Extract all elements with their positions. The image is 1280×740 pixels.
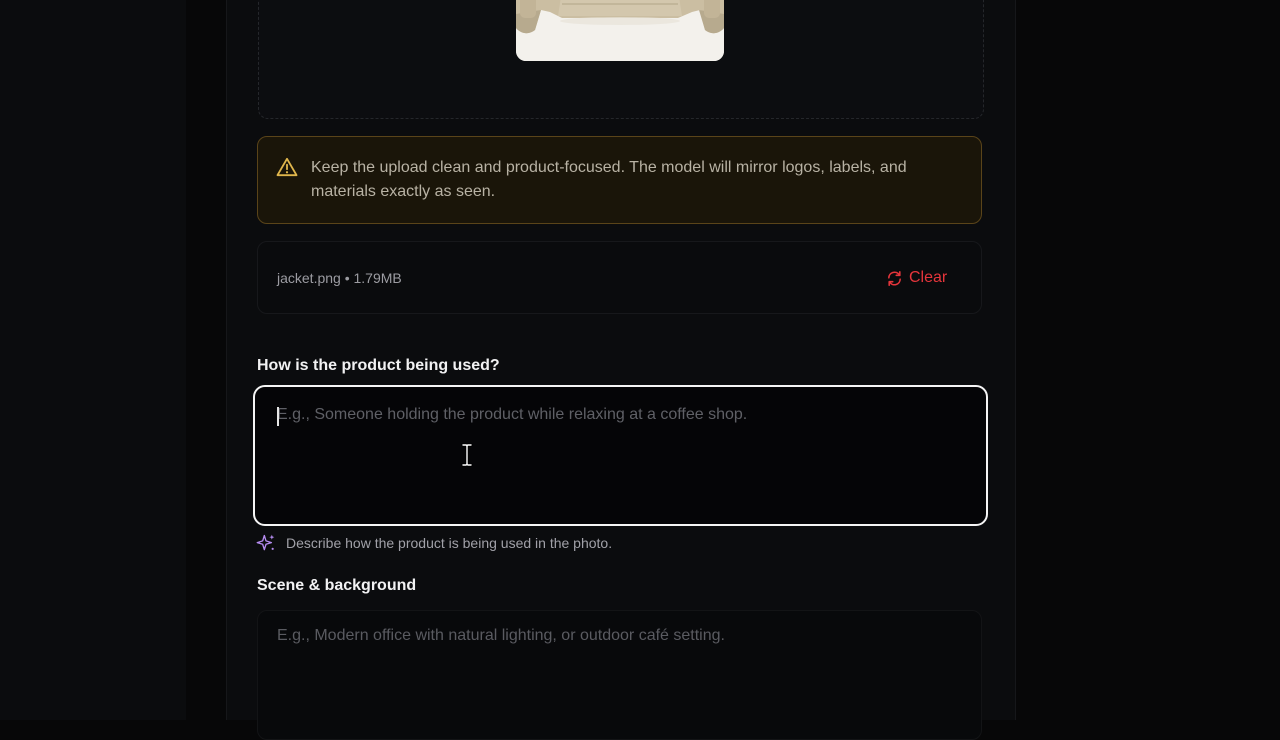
ibeam-cursor-icon (461, 443, 473, 467)
warning-message: Keep the upload clean and product-focuse… (311, 159, 907, 200)
text-caret (277, 407, 279, 426)
scene-field-label: Scene & background (257, 577, 417, 594)
usage-field-label: How is the product being used? (257, 357, 500, 374)
app-background: Keep the upload clean and product-focuse… (0, 0, 1280, 740)
warning-triangle-icon (276, 157, 298, 177)
usage-description-input[interactable] (253, 385, 988, 526)
clear-button-label: Clear (909, 269, 948, 286)
right-margin-area (1014, 0, 1280, 720)
file-name-and-size: jacket.png • 1.79MB (277, 270, 402, 286)
jacket-image (516, 0, 724, 61)
sparkle-icon (256, 534, 275, 551)
refresh-icon (888, 270, 901, 286)
clear-button[interactable]: Clear (886, 266, 947, 290)
usage-hint: Describe how the product is being used i… (256, 532, 612, 554)
product-preview-image (516, 0, 724, 61)
usage-hint-text: Describe how the product is being used i… (286, 535, 613, 551)
left-sidebar-area (0, 0, 186, 720)
scene-background-input[interactable] (257, 610, 982, 740)
